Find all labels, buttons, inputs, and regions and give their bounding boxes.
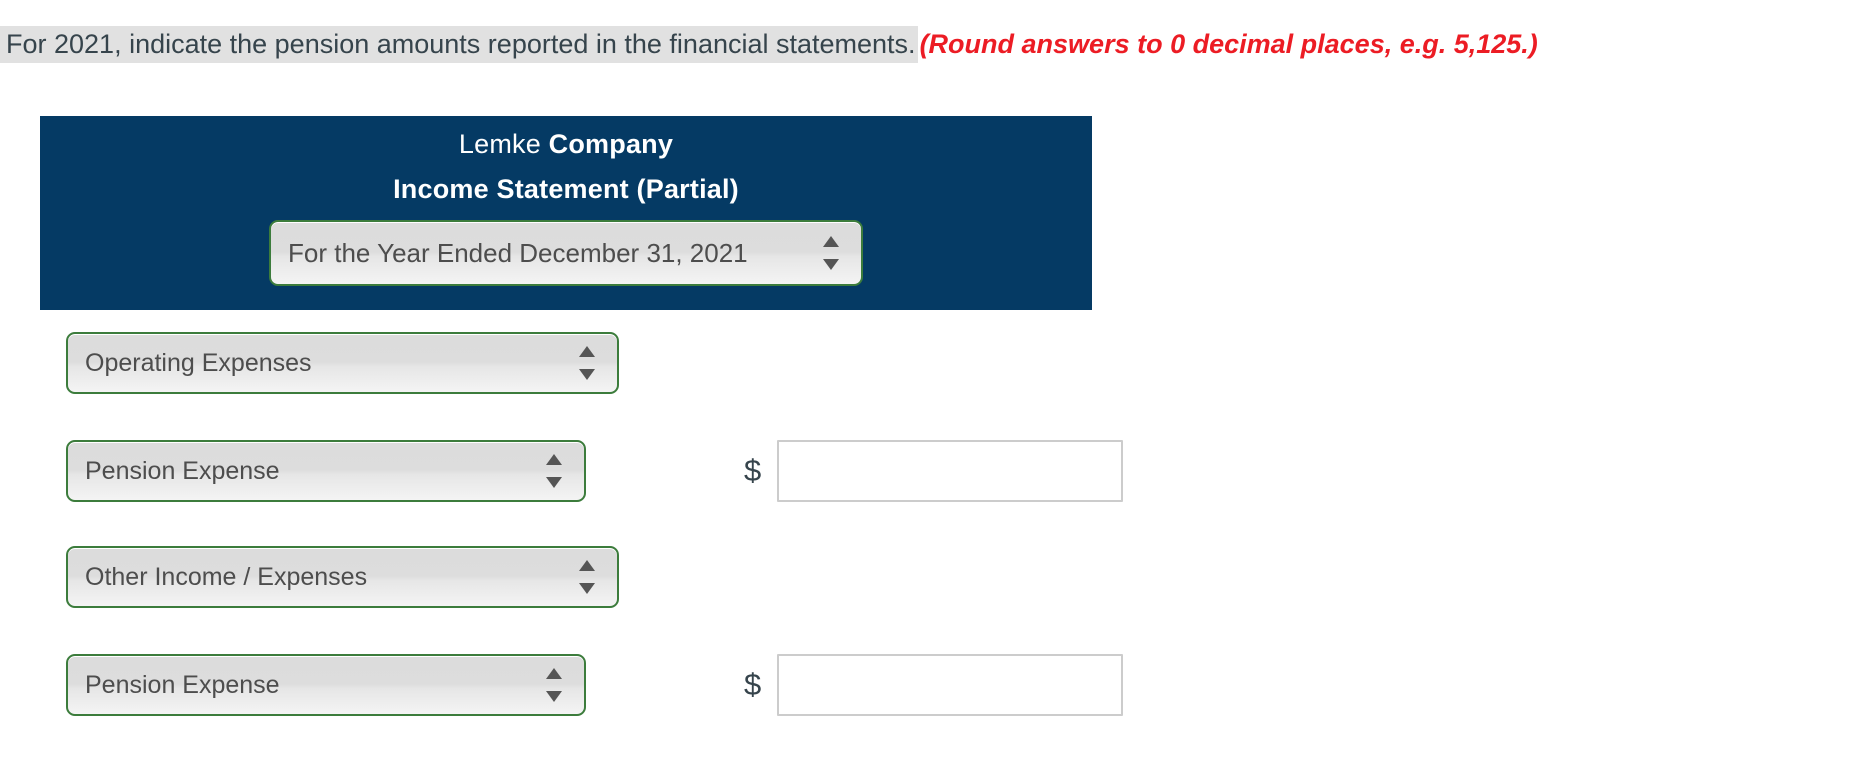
spinner-arrows-icon: [579, 346, 595, 380]
account-section-select-label: Other Income / Expenses: [85, 562, 368, 591]
statement-row: Operating Expenses: [66, 332, 619, 394]
spinner-arrows-icon: [546, 454, 562, 488]
period-select[interactable]: For the Year Ended December 31, 2021: [269, 220, 863, 286]
account-item-select[interactable]: Pension Expense: [66, 654, 586, 716]
company-name: Company: [548, 129, 674, 159]
spinner-arrows-icon: [579, 560, 595, 594]
account-item-select-label: Pension Expense: [85, 456, 280, 485]
statement-row: Other Income / Expenses: [66, 546, 619, 608]
account-section-select[interactable]: Other Income / Expenses: [66, 546, 619, 608]
company-line: Lemke Company: [40, 122, 1092, 167]
currency-symbol: $: [744, 667, 762, 702]
amount-input[interactable]: [777, 654, 1124, 716]
amount-input[interactable]: [777, 440, 1124, 502]
question-prompt: For 2021, indicate the pension amounts r…: [0, 24, 1538, 64]
spinner-arrows-icon: [823, 236, 839, 270]
statement-row: Pension Expense $: [66, 440, 1124, 502]
statement-header: Lemke Company Income Statement (Partial)…: [40, 116, 1092, 310]
account-item-select-label: Pension Expense: [85, 670, 280, 699]
spinner-arrows-icon: [546, 668, 562, 702]
question-text: For 2021, indicate the pension amounts r…: [0, 26, 918, 63]
period-select-wrap: For the Year Ended December 31, 2021: [40, 220, 1092, 286]
rounding-note: (Round answers to 0 decimal places, e.g.…: [919, 29, 1538, 59]
period-select-label: For the Year Ended December 31, 2021: [288, 237, 748, 268]
account-section-select-label: Operating Expenses: [85, 348, 312, 377]
statement-row: Pension Expense $: [66, 654, 1124, 716]
company-prefix: Lemke: [458, 129, 549, 159]
amount-group: $: [744, 654, 1124, 716]
currency-symbol: $: [744, 453, 762, 488]
account-item-select[interactable]: Pension Expense: [66, 440, 586, 502]
account-section-select[interactable]: Operating Expenses: [66, 332, 619, 394]
statement-title: Income Statement (Partial): [393, 174, 739, 204]
amount-group: $: [744, 440, 1124, 502]
